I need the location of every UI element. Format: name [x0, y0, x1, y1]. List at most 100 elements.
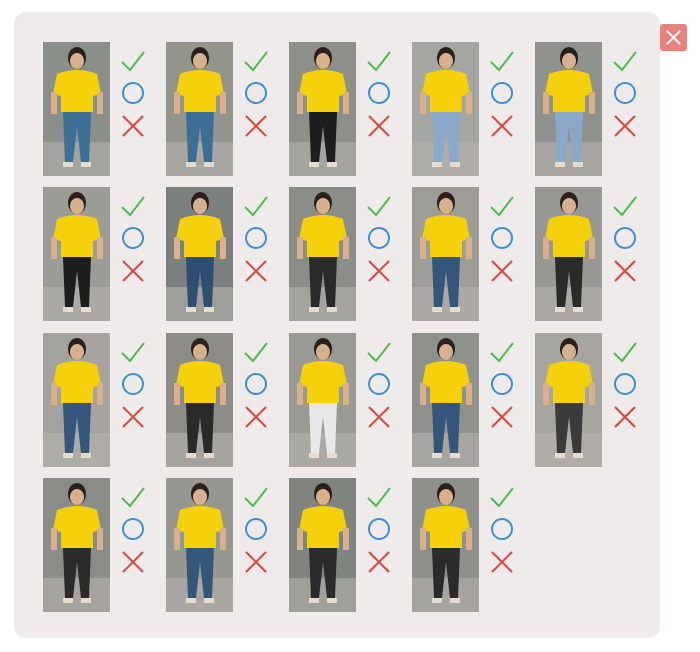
accept-button[interactable]	[119, 338, 147, 366]
image-card	[535, 333, 650, 467]
reject-button[interactable]	[365, 548, 393, 576]
reject-button[interactable]	[242, 257, 270, 285]
unsure-button[interactable]	[365, 370, 393, 398]
unsure-button[interactable]	[119, 224, 147, 252]
circle-icon	[491, 373, 513, 395]
cross-icon	[245, 115, 267, 137]
accept-button[interactable]	[611, 47, 639, 75]
person-photo[interactable]	[412, 187, 479, 321]
reject-button[interactable]	[119, 403, 147, 431]
unsure-button[interactable]	[365, 515, 393, 543]
checkmark-icon	[121, 487, 145, 508]
accept-button[interactable]	[242, 192, 270, 220]
reject-button[interactable]	[488, 548, 516, 576]
unsure-button[interactable]	[611, 370, 639, 398]
unsure-button[interactable]	[611, 79, 639, 107]
cross-icon	[368, 115, 390, 137]
reject-button[interactable]	[365, 403, 393, 431]
person-photo[interactable]	[43, 333, 110, 467]
accept-button[interactable]	[611, 338, 639, 366]
reject-button[interactable]	[119, 112, 147, 140]
accept-button[interactable]	[119, 192, 147, 220]
unsure-button[interactable]	[488, 79, 516, 107]
unsure-button[interactable]	[365, 224, 393, 252]
reject-button[interactable]	[611, 257, 639, 285]
accept-button[interactable]	[365, 338, 393, 366]
accept-button[interactable]	[119, 483, 147, 511]
person-photo[interactable]	[43, 478, 110, 612]
unsure-button[interactable]	[242, 79, 270, 107]
accept-button[interactable]	[242, 47, 270, 75]
reject-button[interactable]	[365, 257, 393, 285]
reject-button[interactable]	[242, 403, 270, 431]
circle-icon	[368, 518, 390, 540]
close-button[interactable]	[660, 24, 687, 51]
cross-icon	[122, 260, 144, 282]
accept-button[interactable]	[611, 192, 639, 220]
image-card	[412, 478, 527, 612]
accept-button[interactable]	[242, 483, 270, 511]
unsure-button[interactable]	[119, 370, 147, 398]
reject-button[interactable]	[611, 403, 639, 431]
accept-button[interactable]	[488, 47, 516, 75]
unsure-button[interactable]	[242, 515, 270, 543]
unsure-button[interactable]	[488, 224, 516, 252]
person-photo[interactable]	[166, 42, 233, 176]
accept-button[interactable]	[365, 483, 393, 511]
person-photo[interactable]	[535, 42, 602, 176]
reject-button[interactable]	[488, 257, 516, 285]
person-photo[interactable]	[43, 187, 110, 321]
person-photo[interactable]	[289, 333, 356, 467]
person-photo[interactable]	[535, 187, 602, 321]
person-photo[interactable]	[412, 42, 479, 176]
unsure-button[interactable]	[488, 515, 516, 543]
image-card	[412, 333, 527, 467]
person-photo[interactable]	[166, 478, 233, 612]
checkmark-icon	[244, 342, 268, 363]
person-photo[interactable]	[289, 42, 356, 176]
image-card	[412, 42, 527, 176]
accept-button[interactable]	[488, 338, 516, 366]
reject-button[interactable]	[365, 112, 393, 140]
cross-icon	[245, 260, 267, 282]
accept-button[interactable]	[488, 192, 516, 220]
cross-icon	[368, 260, 390, 282]
checkmark-icon	[367, 342, 391, 363]
reject-button[interactable]	[242, 548, 270, 576]
unsure-button[interactable]	[242, 370, 270, 398]
image-card	[43, 42, 158, 176]
reject-button[interactable]	[611, 112, 639, 140]
reject-button[interactable]	[488, 112, 516, 140]
checkmark-icon	[367, 196, 391, 217]
person-photo[interactable]	[412, 333, 479, 467]
unsure-button[interactable]	[119, 515, 147, 543]
unsure-button[interactable]	[119, 79, 147, 107]
accept-button[interactable]	[365, 192, 393, 220]
unsure-button[interactable]	[611, 224, 639, 252]
cross-icon	[245, 406, 267, 428]
person-photo[interactable]	[535, 333, 602, 467]
person-photo[interactable]	[289, 478, 356, 612]
person-photo[interactable]	[289, 187, 356, 321]
unsure-button[interactable]	[242, 224, 270, 252]
image-card	[43, 187, 158, 321]
reject-button[interactable]	[488, 403, 516, 431]
person-photo[interactable]	[43, 42, 110, 176]
circle-icon	[368, 82, 390, 104]
image-card	[289, 478, 404, 612]
unsure-button[interactable]	[365, 79, 393, 107]
accept-button[interactable]	[242, 338, 270, 366]
accept-button[interactable]	[119, 47, 147, 75]
reject-button[interactable]	[242, 112, 270, 140]
cross-icon	[245, 551, 267, 573]
person-photo[interactable]	[166, 187, 233, 321]
person-photo[interactable]	[412, 478, 479, 612]
accept-button[interactable]	[365, 47, 393, 75]
accept-button[interactable]	[488, 483, 516, 511]
unsure-button[interactable]	[488, 370, 516, 398]
reject-button[interactable]	[119, 257, 147, 285]
person-photo[interactable]	[166, 333, 233, 467]
circle-icon	[245, 518, 267, 540]
reject-button[interactable]	[119, 548, 147, 576]
cross-icon	[122, 551, 144, 573]
